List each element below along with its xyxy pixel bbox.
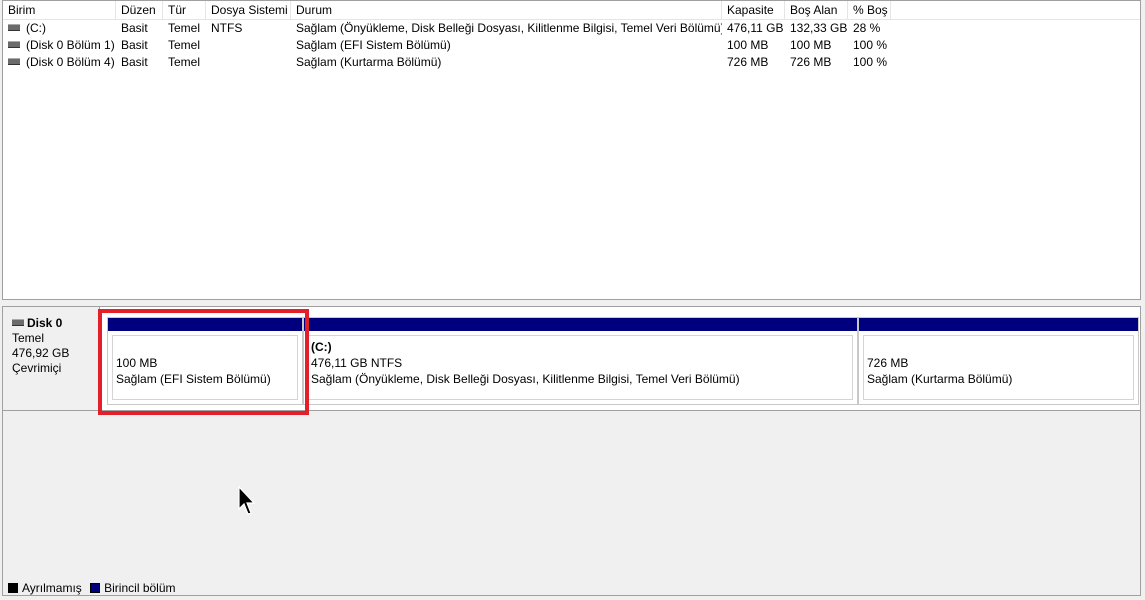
partition-status: Sağlam (Kurtarma Bölümü)	[867, 372, 1013, 386]
legend-item-unallocated: Ayrılmamış	[8, 581, 82, 595]
column-header-type[interactable]: Tür	[163, 1, 206, 19]
column-header-file-system[interactable]: Dosya Sistemi	[206, 1, 291, 19]
column-header-layout[interactable]: Düzen	[116, 1, 163, 19]
legend-label: Birincil bölüm	[104, 581, 176, 595]
legend-swatch-blue	[90, 583, 101, 593]
disk-label[interactable]: Disk 0 Temel 476,92 GB Çevrimiçi	[3, 307, 100, 410]
table-row[interactable]: (Disk 0 Bölüm 4) Basit Temel Sağlam (Kur…	[3, 54, 1140, 71]
disk-size: 476,92 GB	[12, 346, 70, 360]
partition-c[interactable]: (C:) 476,11 GB NTFS Sağlam (Önyükleme, D…	[303, 317, 858, 405]
free-space-cell: 726 MB	[790, 55, 832, 69]
volume-cell: (Disk 0 Bölüm 4)	[3, 54, 116, 71]
volume-icon	[8, 58, 20, 66]
partition-body: 726 MB Sağlam (Kurtarma Bölümü)	[863, 335, 1134, 400]
partition-title	[116, 340, 297, 355]
column-header-volume[interactable]: Birim	[3, 1, 116, 19]
free-space-cell: 132,33 GB	[790, 21, 848, 35]
legend-label: Ayrılmamış	[22, 581, 82, 595]
volume-icon	[8, 41, 20, 49]
partition-bar	[304, 318, 857, 331]
disk-type: Temel	[12, 331, 45, 345]
capacity-cell: 476,11 GB	[727, 21, 784, 35]
type-cell: Temel	[168, 38, 201, 52]
partition-efi[interactable]: 100 MB Sağlam (EFI Sistem Bölümü)	[107, 317, 303, 405]
volume-rows: (C:) Basit Temel NTFS Sağlam (Önyükleme,…	[3, 20, 1140, 71]
file-system-cell	[206, 37, 291, 54]
layout-cell: Basit	[121, 55, 148, 69]
volume-name: (C:)	[26, 21, 46, 35]
column-header-free-space[interactable]: Boş Alan	[785, 1, 848, 19]
volume-list[interactable]: Birim Düzen Tür Dosya Sistemi Durum Kapa…	[2, 0, 1141, 300]
percent-free-cell: 100 %	[853, 55, 888, 69]
table-row[interactable]: (C:) Basit Temel NTFS Sağlam (Önyükleme,…	[3, 20, 1140, 37]
partition-title	[867, 340, 1133, 355]
type-cell: Temel	[168, 55, 201, 69]
column-header-row: Birim Düzen Tür Dosya Sistemi Durum Kapa…	[3, 1, 1140, 20]
volume-name: (Disk 0 Bölüm 4)	[26, 55, 115, 69]
legend-item-primary: Birincil bölüm	[90, 581, 176, 595]
column-header-status[interactable]: Durum	[291, 1, 722, 19]
table-row[interactable]: (Disk 0 Bölüm 1) Basit Temel Sağlam (EFI…	[3, 37, 1140, 54]
partition-status: Sağlam (EFI Sistem Bölümü)	[116, 372, 271, 386]
file-system-cell	[206, 54, 291, 71]
layout-cell: Basit	[121, 21, 148, 35]
column-header-capacity[interactable]: Kapasite	[722, 1, 785, 19]
volume-cell: (Disk 0 Bölüm 1)	[3, 37, 116, 54]
partition-body: (C:) 476,11 GB NTFS Sağlam (Önyükleme, D…	[307, 335, 853, 400]
type-cell: Temel	[168, 21, 201, 35]
partition-size: 476,11 GB NTFS	[311, 356, 403, 370]
layout-cell: Basit	[121, 38, 148, 52]
partition-size: 100 MB	[116, 356, 158, 370]
file-system-cell: NTFS	[211, 21, 243, 35]
partition-recovery[interactable]: 726 MB Sağlam (Kurtarma Bölümü)	[858, 317, 1139, 405]
volume-icon	[8, 24, 20, 32]
free-space-cell: 100 MB	[790, 38, 832, 52]
percent-free-cell: 100 %	[853, 38, 888, 52]
status-cell: Sağlam (Önyükleme, Disk Belleği Dosyası,…	[296, 21, 722, 35]
capacity-cell: 726 MB	[727, 55, 769, 69]
disk-map[interactable]: Disk 0 Temel 476,92 GB Çevrimiçi 100 MB …	[2, 306, 1141, 596]
capacity-cell: 100 MB	[727, 38, 769, 52]
disk-icon	[12, 318, 24, 326]
partition-title: (C:)	[311, 340, 332, 354]
disk-state: Çevrimiçi	[12, 361, 62, 375]
volume-name: (Disk 0 Bölüm 1)	[26, 38, 115, 52]
status-cell: Sağlam (EFI Sistem Bölümü)	[296, 38, 451, 52]
column-header-percent-free[interactable]: % Boş	[848, 1, 891, 19]
percent-free-cell: 28 %	[853, 21, 881, 35]
volume-cell: (C:)	[3, 20, 116, 37]
legend-swatch-black	[8, 583, 18, 593]
status-cell: Sağlam (Kurtarma Bölümü)	[296, 55, 442, 69]
disk-name-line: Disk 0	[12, 316, 99, 331]
legend: Ayrılmamış Birincil bölüm	[8, 581, 181, 595]
partition-status: Sağlam (Önyükleme, Disk Belleği Dosyası,…	[311, 372, 740, 386]
disk-name: Disk 0	[27, 316, 63, 330]
partition-bar	[859, 318, 1138, 331]
partition-body: 100 MB Sağlam (EFI Sistem Bölümü)	[112, 335, 298, 400]
disk-row[interactable]: Disk 0 Temel 476,92 GB Çevrimiçi 100 MB …	[3, 307, 1140, 411]
partition-bar	[108, 318, 302, 331]
mouse-cursor-icon	[238, 486, 256, 515]
partition-size: 726 MB	[867, 356, 909, 370]
